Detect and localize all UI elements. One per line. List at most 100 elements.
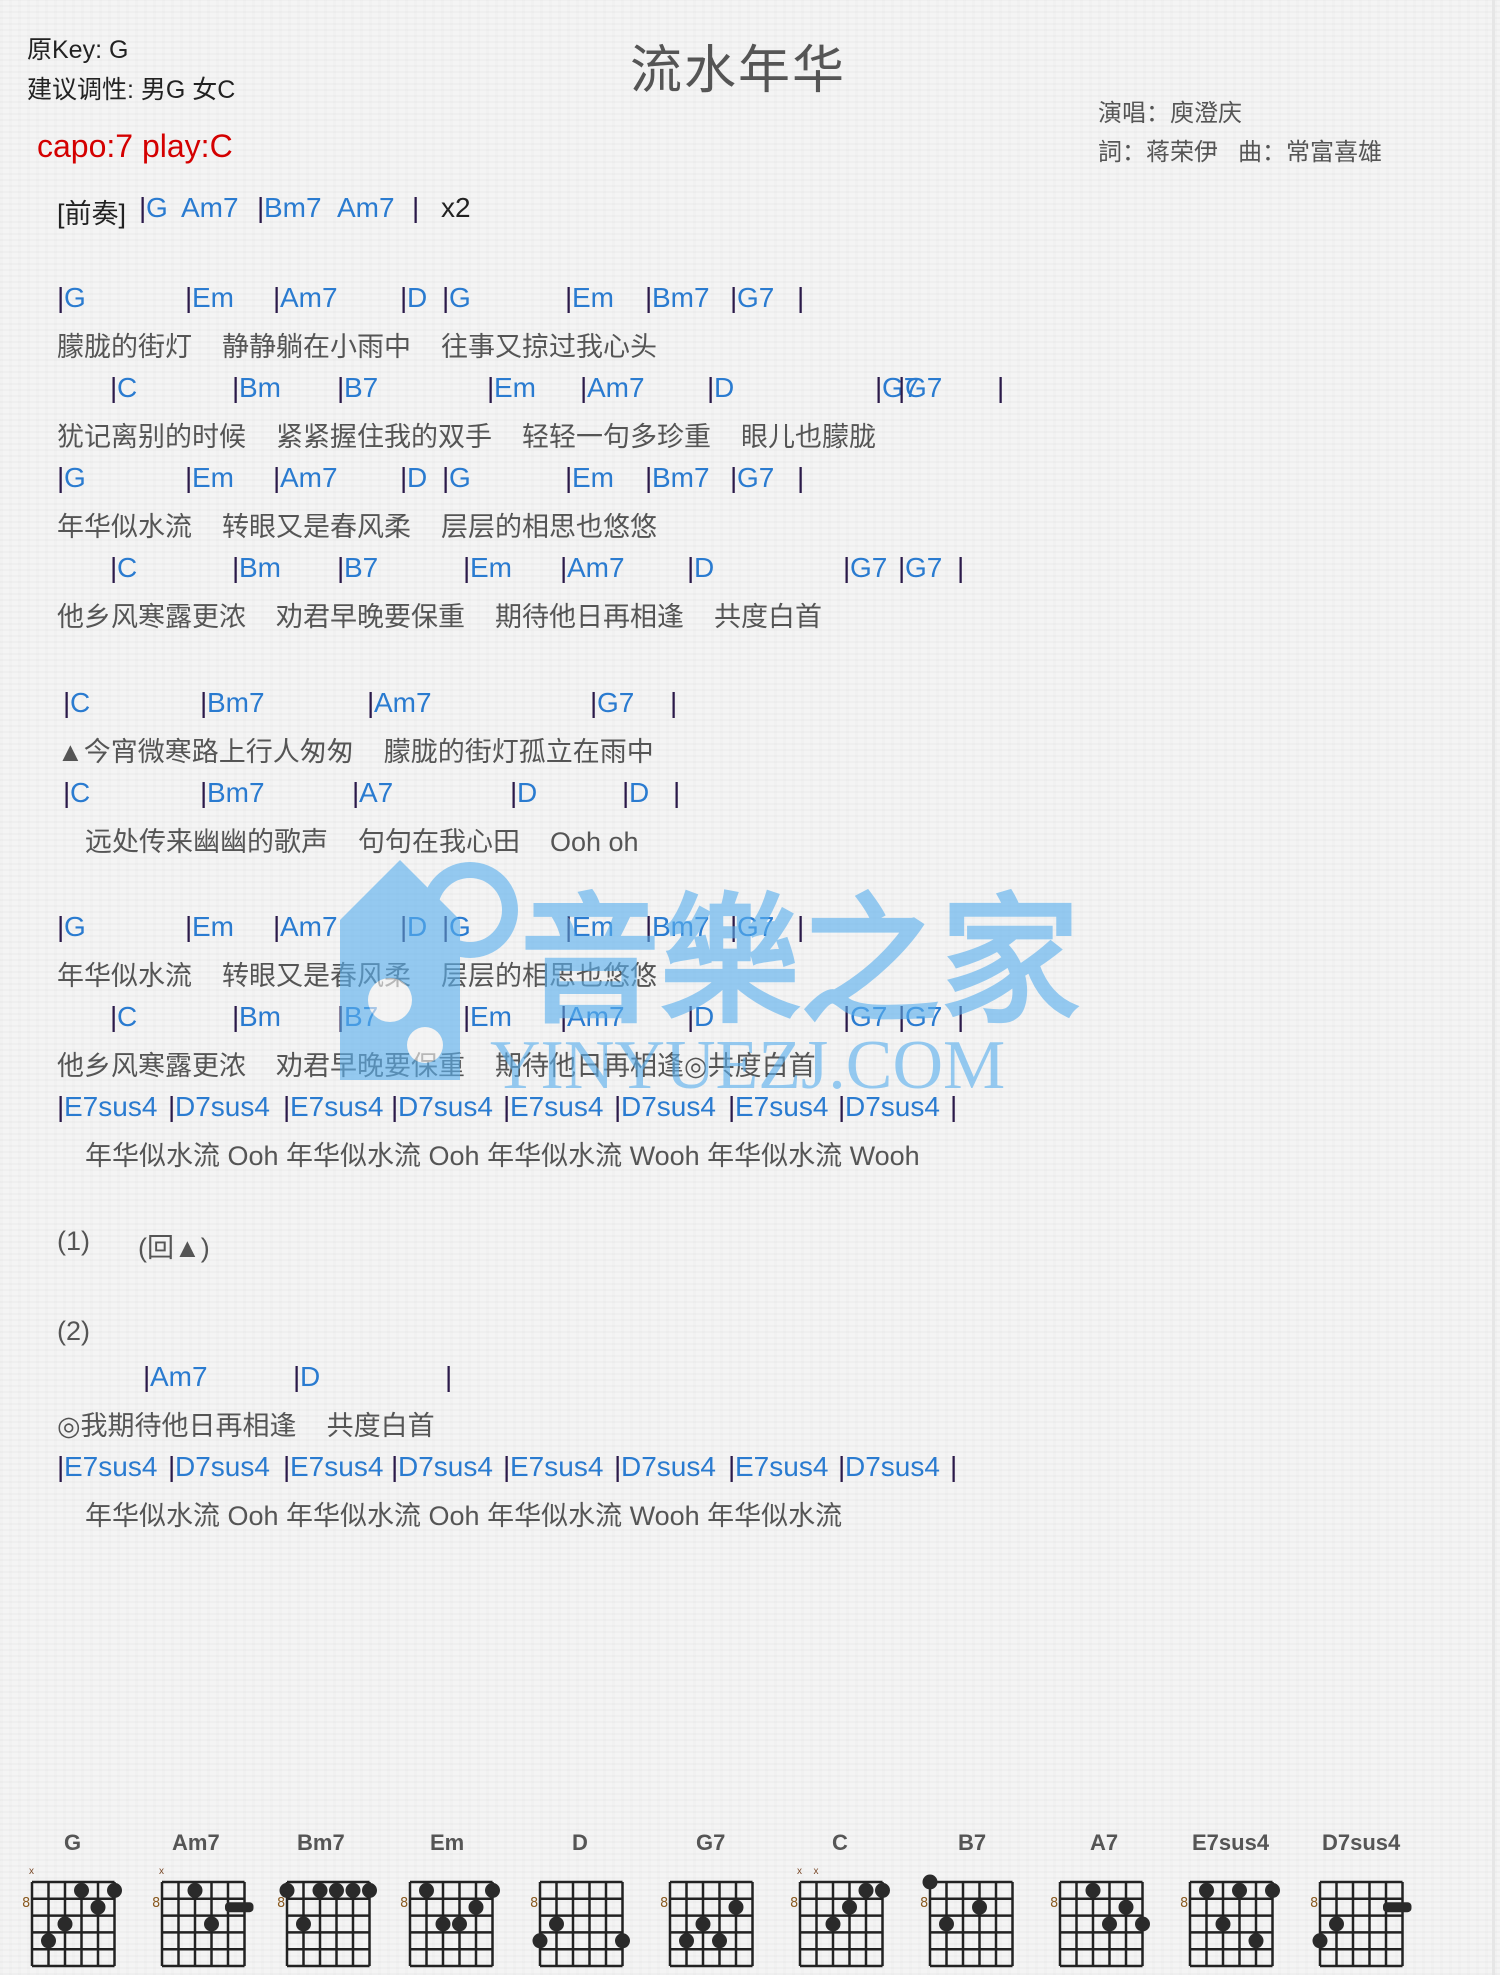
fretboard-grid: 8: [1050, 1880, 1150, 1968]
fret-number: 8: [530, 1896, 538, 1911]
chord: G: [64, 462, 86, 493]
bar-line: |: [412, 192, 420, 223]
fret-number: 8: [1180, 1896, 1188, 1911]
chord: C: [117, 372, 138, 403]
chord: B7: [344, 372, 379, 403]
finger-dot: [1215, 1916, 1231, 1932]
finger-dot: [41, 1933, 56, 1949]
chord: G7: [850, 552, 888, 583]
chord-line: | C | Bm7 | Am7 | G7 |: [0, 687, 1200, 721]
chord-line: | C | Bm | B7 | Em | Am7 | D | G7 | G7 |: [0, 552, 1200, 586]
chord: G: [449, 282, 471, 313]
chord: G: [146, 192, 168, 223]
finger-dot: [1265, 1882, 1280, 1898]
chord-diagram-name: Em: [430, 1830, 465, 1855]
fretboard-grid: 8x: [22, 1866, 122, 1968]
chord: Em: [192, 911, 234, 942]
lyric-line: 年华似水流 转眼又是春风柔 层层的相思也悠悠: [57, 512, 658, 542]
fret-number: 8: [22, 1896, 30, 1911]
intro-label: [前奏]: [57, 199, 127, 229]
chord-line: | E7sus4 | D7sus4 | E7sus4 | D7sus4 | E7sus4 | D7su…: [0, 1451, 1200, 1485]
chord: D7sus4: [398, 1091, 493, 1122]
chord: Em: [572, 911, 614, 942]
fret-number: 8: [1310, 1896, 1318, 1911]
bar-line: |: [997, 372, 1005, 403]
lyric-line: 年华似水流 Ooh 年华似水流 Ooh 年华似水流 Wooh 年华似水流: [85, 1501, 843, 1531]
muted-string-mark: x: [159, 1866, 164, 1877]
chord: D7sus4: [621, 1091, 716, 1122]
chord: Bm: [239, 552, 281, 583]
bar-line: |: [797, 282, 805, 313]
chord: B7: [344, 552, 379, 583]
chord: D7sus4: [845, 1091, 940, 1122]
lyric-line: ▲今宵微寒路上行人匆匆 朦胧的街灯孤立在雨中: [57, 737, 654, 767]
muted-string-mark: x: [29, 1866, 34, 1877]
bar-line: |: [950, 1451, 958, 1482]
fret-number: 8: [660, 1896, 668, 1911]
chord: Em: [192, 462, 234, 493]
chord: G: [449, 911, 471, 942]
chord-line: | G | Em | Am7 | D | G | Em | Bm7 | G7 |: [0, 911, 1200, 945]
fretboard-grid: 8: [400, 1880, 500, 1968]
finger-dot: [107, 1882, 122, 1898]
chord: D7sus4: [398, 1451, 493, 1482]
page-right-border: [1492, 0, 1495, 1975]
chord-line: | G | Em | Am7 | D | G | Em | Bm7 | G7 |: [0, 462, 1200, 496]
finger-dot: [1248, 1933, 1264, 1949]
chord: D7sus4: [175, 1451, 270, 1482]
finger-dot: [419, 1882, 434, 1898]
chord: D: [694, 552, 715, 583]
chord: G7: [850, 1001, 888, 1032]
chord: E7sus4: [290, 1091, 384, 1122]
chord: Bm7: [652, 282, 710, 313]
finger-dot: [549, 1916, 564, 1932]
chord-diagram-name: A7: [1090, 1830, 1119, 1855]
chord: Am7: [587, 372, 645, 403]
fretboard-grid: 8: [277, 1880, 377, 1968]
chord-diagram-name: G: [64, 1830, 82, 1855]
chord-diagram-name: G7: [696, 1830, 726, 1855]
capo-info: capo:7 play:C: [37, 128, 233, 164]
ending-part1-text: (回▲): [138, 1233, 210, 1263]
chord: E7sus4: [735, 1091, 829, 1122]
chord-line: | C | Bm | B7 | Em | Am7 | D | G7 | G7 |: [0, 372, 1200, 406]
chord: G7: [737, 911, 775, 942]
chord: Am7: [567, 552, 625, 583]
fret-number: 8: [920, 1896, 928, 1911]
finger-dot: [1312, 1933, 1328, 1949]
chord: G: [449, 462, 471, 493]
finger-dot: [679, 1933, 694, 1949]
finger-dot: [875, 1882, 890, 1898]
finger-dot: [57, 1916, 73, 1932]
finger-dot: [825, 1916, 841, 1932]
chord: C: [70, 687, 91, 718]
finger-dot: [1118, 1899, 1134, 1915]
chord: G7: [905, 1001, 943, 1032]
finger-dot: [296, 1916, 311, 1932]
fretboard-grid: 8: [920, 1874, 1014, 1968]
finger-dot: [728, 1899, 744, 1915]
chord: G7: [737, 462, 775, 493]
chord: D7sus4: [621, 1451, 716, 1482]
finger-dot: [712, 1933, 727, 1949]
bar-line: |: [950, 1091, 958, 1122]
lyric-line: 年华似水流 Ooh 年华似水流 Ooh 年华似水流 Wooh 年华似水流 Woo…: [85, 1141, 920, 1171]
chord-diagram-name: D: [572, 1830, 588, 1855]
finger-dot: [1329, 1916, 1344, 1932]
chord: Am7: [181, 192, 239, 223]
song-title: 流水年华: [630, 42, 847, 100]
chord-diagram-name: Am7: [172, 1830, 220, 1855]
singer: 演唱：庾澄庆: [1098, 100, 1242, 127]
fretboard-grid: 8 x x: [790, 1866, 890, 1968]
chord: Bm7: [652, 911, 710, 942]
chord: D: [407, 911, 428, 942]
finger-dot: [695, 1916, 711, 1932]
chord: D: [517, 777, 538, 808]
original-key: 原Key: G: [27, 36, 129, 64]
chord: E7sus4: [290, 1451, 384, 1482]
finger-dot: [1135, 1916, 1150, 1932]
chord-line: | Am7 | D |: [0, 1361, 1200, 1395]
chord: D: [407, 282, 428, 313]
finger-dot: [204, 1916, 219, 1932]
intro-line: [前奏] | G Am7 | Bm7 Am7 | x2: [57, 192, 557, 229]
